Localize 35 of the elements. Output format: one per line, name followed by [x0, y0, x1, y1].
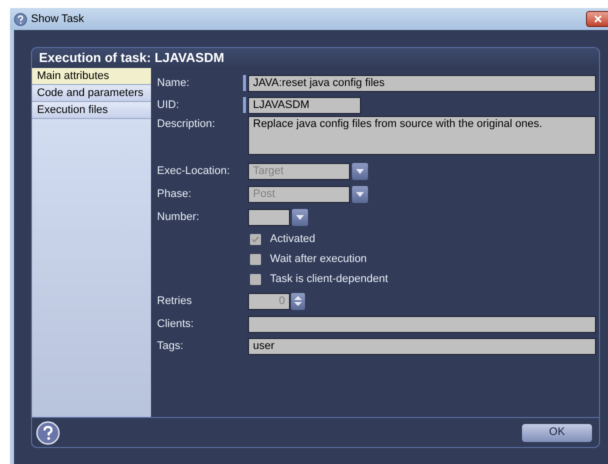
caret-icon [356, 192, 364, 197]
sidebar-tab[interactable]: Code and parameters [32, 85, 151, 102]
field-label: UID: [157, 98, 180, 113]
text-field[interactable]: user [248, 338, 596, 354]
help-icon[interactable] [36, 420, 60, 444]
caret-icon [296, 215, 304, 220]
checkbox-label: Task is client-dependent [270, 272, 388, 287]
field-label: Description: [157, 117, 216, 132]
close-icon [594, 15, 602, 23]
field-label: Tags: [157, 338, 184, 354]
description-field[interactable]: Replace java config files from source with the original ones. [248, 116, 596, 155]
checkbox-label: Wait after execution [270, 252, 367, 267]
ok-button[interactable]: OK [522, 424, 592, 442]
checkbox[interactable] [250, 234, 261, 244]
help-icon [14, 12, 27, 26]
close-button[interactable] [586, 11, 608, 27]
window-title: Show Task [31, 12, 84, 27]
checkbox[interactable] [250, 254, 261, 264]
up-arrow-icon [294, 296, 302, 300]
field-label: Retries [157, 294, 193, 309]
text-field[interactable] [248, 316, 596, 332]
text-field[interactable]: JAVA:reset java config files [248, 74, 596, 92]
field-label: Phase: [157, 187, 192, 202]
down-arrow-icon [294, 302, 302, 306]
field-label: Exec-Location: [157, 164, 231, 180]
checkbox[interactable] [250, 274, 261, 284]
caret-icon [356, 169, 364, 174]
text-field[interactable]: LJAVASDM [248, 96, 361, 114]
sidebar-tab[interactable]: Main attributes [32, 68, 151, 85]
checkbox-label: Activated [270, 232, 316, 247]
field-label: Name: [157, 76, 190, 91]
field-label: Clients: [157, 316, 195, 332]
sidebar-tab[interactable]: Execution files [32, 102, 151, 119]
field-label: Number: [157, 210, 200, 226]
panel-title: Execution of task: LJAVASDM [32, 48, 599, 68]
